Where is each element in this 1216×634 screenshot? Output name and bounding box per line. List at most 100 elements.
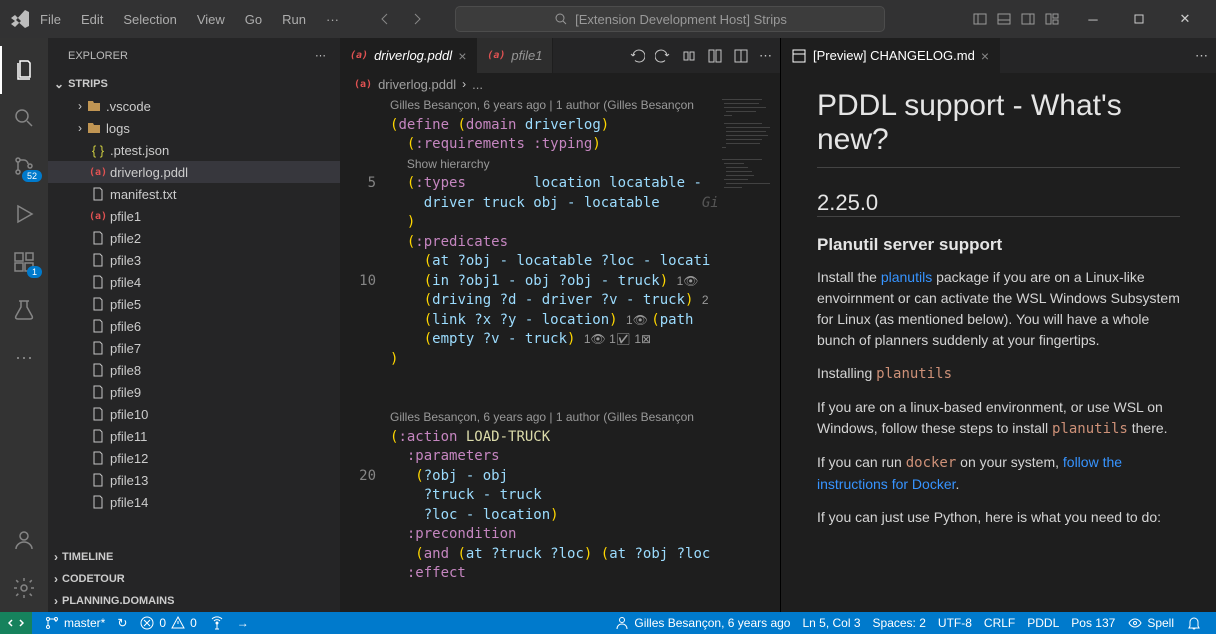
pddl-icon: (a): [487, 50, 505, 61]
tab-driverlog-pddl[interactable]: (a)driverlog.pddl×: [340, 38, 477, 73]
layout-sidebar-left-icon[interactable]: [972, 11, 988, 27]
tree-item--ptest-json[interactable]: { }.ptest.json: [48, 139, 340, 161]
tree-item-pfile4[interactable]: pfile4: [48, 271, 340, 293]
sb-encoding[interactable]: UTF-8: [932, 615, 978, 631]
sb-pos[interactable]: Pos 137: [1065, 615, 1121, 631]
activity-account[interactable]: [0, 516, 48, 564]
activity-scm[interactable]: 52: [0, 142, 48, 190]
layout-sidebar-right-icon[interactable]: [1020, 11, 1036, 27]
close-icon[interactable]: ×: [981, 48, 989, 64]
editor-group: (a)driverlog.pddl×(a)pfile1 ⋯ (a) driver…: [340, 38, 780, 612]
tree-item-pfile10[interactable]: pfile10: [48, 403, 340, 425]
tab-preview-changelog[interactable]: [Preview] CHANGELOG.md ×: [781, 38, 1000, 73]
menu-file[interactable]: File: [32, 8, 69, 31]
search-text: [Extension Development Host] Strips: [575, 12, 787, 27]
tree-item-pfile12[interactable]: pfile12: [48, 447, 340, 469]
activity-testing[interactable]: [0, 286, 48, 334]
go-back-icon[interactable]: [629, 48, 645, 64]
sb-problems[interactable]: 0 0: [133, 615, 202, 631]
sb-sync[interactable]: ↻: [111, 616, 133, 630]
menu-edit[interactable]: Edit: [73, 8, 111, 31]
tree-item-pfile5[interactable]: pfile5: [48, 293, 340, 315]
tree-item-pfile6[interactable]: pfile6: [48, 315, 340, 337]
forward-icon[interactable]: [409, 11, 425, 27]
tab-pfile1[interactable]: (a)pfile1: [477, 38, 553, 73]
breadcrumb[interactable]: (a) driverlog.pddl › ...: [340, 73, 780, 95]
sb-language[interactable]: PDDL: [1021, 615, 1065, 631]
tree-item--vscode[interactable]: ›.vscode: [48, 95, 340, 117]
activity-more[interactable]: ⋯: [0, 334, 48, 382]
account-icon: [12, 528, 36, 552]
sb-blame[interactable]: Gilles Besançon, 6 years ago: [608, 615, 796, 631]
preview-h1: PDDL support - What's new?: [817, 89, 1180, 168]
bell-icon: [1186, 615, 1202, 631]
sb-debug[interactable]: →: [231, 616, 255, 630]
window-close-button[interactable]: ✕: [1162, 0, 1208, 38]
sb-branch[interactable]: master*: [38, 615, 111, 631]
tree-item-pfile14[interactable]: pfile14: [48, 491, 340, 513]
sb-eol[interactable]: CRLF: [978, 615, 1021, 631]
go-next-icon[interactable]: [655, 48, 671, 64]
sb-cursor[interactable]: Ln 5, Col 3: [796, 615, 866, 631]
error-icon: [139, 615, 155, 631]
tree-item-pfile9[interactable]: pfile9: [48, 381, 340, 403]
tree-item-pfile11[interactable]: pfile11: [48, 425, 340, 447]
menu-run[interactable]: Run: [274, 8, 314, 31]
tree-item-pfile8[interactable]: pfile8: [48, 359, 340, 381]
minimap[interactable]: [720, 95, 780, 612]
project-section-header[interactable]: ⌄ STRIPS: [48, 73, 340, 95]
section-timeline[interactable]: ›TIMELINE: [48, 546, 340, 568]
menu-selection[interactable]: Selection: [115, 8, 184, 31]
tree-item-pfile3[interactable]: pfile3: [48, 249, 340, 271]
window-maximize-button[interactable]: [1116, 0, 1162, 38]
command-center[interactable]: [Extension Development Host] Strips: [455, 6, 885, 32]
remote-icon: [8, 615, 24, 631]
beaker-icon: [12, 298, 36, 322]
run-debug-icon: [12, 202, 36, 226]
tree-item-pfile13[interactable]: pfile13: [48, 469, 340, 491]
editor-content[interactable]: Gilles Besançon, 6 years ago | 1 author …: [390, 95, 720, 612]
activity-search[interactable]: [0, 94, 48, 142]
tree-item-pfile1[interactable]: (a)pfile1: [48, 205, 340, 227]
tree-item-driverlog-pddl[interactable]: (a)driverlog.pddl: [48, 161, 340, 183]
back-icon[interactable]: [377, 11, 393, 27]
tree-item-manifest-txt[interactable]: manifest.txt: [48, 183, 340, 205]
file-tree: ›.vscode›logs{ }.ptest.json(a)driverlog.…: [48, 95, 340, 546]
activity-extensions[interactable]: 1: [0, 238, 48, 286]
preview-content[interactable]: PDDL support - What's new? 2.25.0 Planut…: [781, 73, 1216, 612]
tree-item-pfile7[interactable]: pfile7: [48, 337, 340, 359]
section-planning-domains[interactable]: ›PLANNING.DOMAINS: [48, 590, 340, 612]
sb-spell[interactable]: Spell: [1121, 615, 1180, 631]
sidebar-title: EXPLORER: [68, 50, 128, 62]
remote-indicator[interactable]: [0, 612, 32, 634]
scm-badge: 52: [22, 170, 42, 182]
split-icon[interactable]: [733, 48, 749, 64]
close-icon[interactable]: ×: [458, 48, 466, 64]
editor-gutter: 51020: [340, 95, 390, 612]
tree-item-logs[interactable]: ›logs: [48, 117, 340, 139]
menu-···[interactable]: ···: [318, 8, 347, 31]
sb-runtask[interactable]: [203, 615, 231, 631]
activity-run[interactable]: [0, 190, 48, 238]
radio-tower-icon: [209, 615, 225, 631]
layout-customize-icon[interactable]: [1044, 11, 1060, 27]
section-codetour[interactable]: ›CODETOUR: [48, 568, 340, 590]
menu-view[interactable]: View: [189, 8, 233, 31]
preview-more-icon[interactable]: ⋯: [1195, 48, 1208, 64]
sb-notifications[interactable]: [1180, 615, 1208, 631]
diff-icon[interactable]: [707, 48, 723, 64]
vscode-logo-icon: [8, 7, 32, 31]
activity-settings[interactable]: [0, 564, 48, 612]
activity-explorer[interactable]: [0, 46, 48, 94]
window-minimize-button[interactable]: ─: [1070, 0, 1116, 38]
editor-more-icon[interactable]: ⋯: [759, 48, 772, 64]
compare-icon[interactable]: [681, 48, 697, 64]
person-icon: [614, 615, 630, 631]
sb-indent[interactable]: Spaces: 2: [867, 615, 932, 631]
tree-item-pfile2[interactable]: pfile2: [48, 227, 340, 249]
preview-h2: 2.25.0: [817, 190, 1180, 217]
sidebar-more-icon[interactable]: ⋯: [315, 49, 326, 62]
status-bar: master* ↻ 0 0 → Gilles Besançon, 6 years…: [0, 612, 1216, 634]
menu-go[interactable]: Go: [237, 8, 270, 31]
layout-panel-icon[interactable]: [996, 11, 1012, 27]
